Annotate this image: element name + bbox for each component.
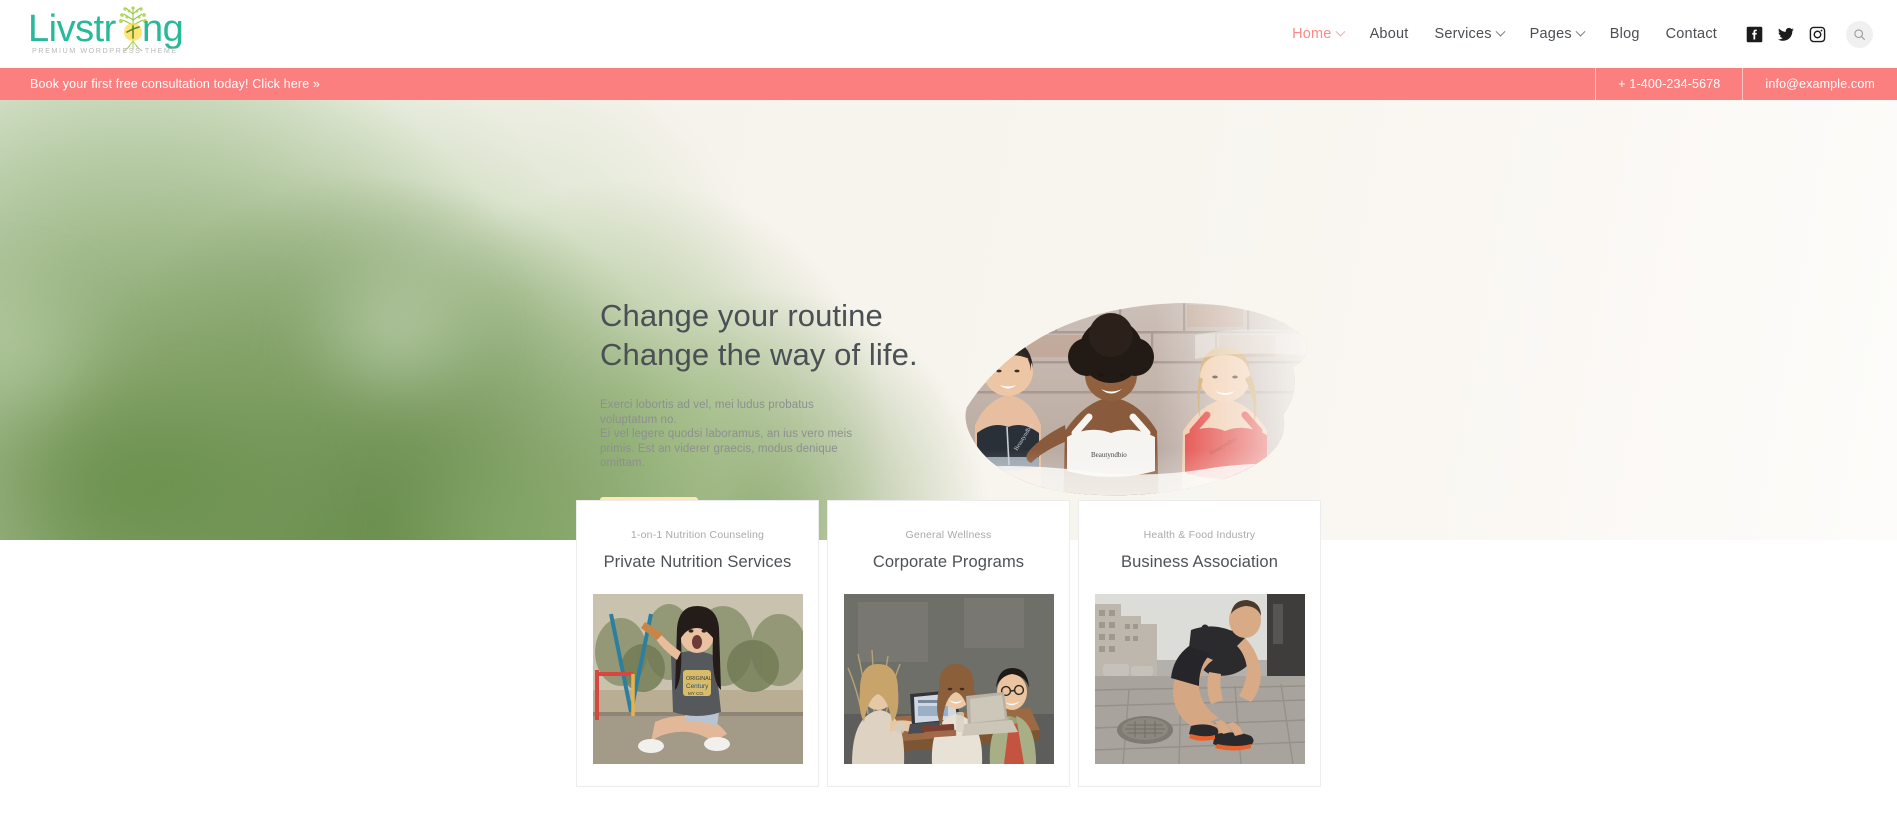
service-card-private-nutrition-services[interactable]: 1-on-1 Nutrition Counseling Private Nutr… [576,500,819,787]
chevron-down-icon [1335,26,1346,37]
main-navigation: Home About Services Pages Blog Contact [1279,0,1873,68]
svg-text:Century: Century [686,683,709,690]
nav-item-pages[interactable]: Pages [1517,26,1597,42]
nav-item-contact[interactable]: Contact [1653,26,1730,42]
nav-item-pages-label: Pages [1529,26,1572,42]
hero-headline: Change your routine Change the way of li… [600,296,940,374]
svg-text:Livstr: Livstr [28,8,117,50]
announcement-bar: Book your first free consultation today!… [0,68,1897,100]
hero-content: Change your routine Change the way of li… [0,100,1897,540]
chevron-down-icon [1575,26,1586,37]
service-card-business-association[interactable]: Health & Food Industry Business Associat… [1078,500,1321,787]
service-card-image[interactable] [843,594,1054,764]
announcement-email[interactable]: info@example.com [1742,68,1897,100]
svg-text:ORIGINAL: ORIGINAL [686,676,712,682]
nav-item-contact-label: Contact [1665,26,1717,42]
nav-item-blog[interactable]: Blog [1597,26,1653,42]
social-links [1746,20,1873,48]
service-card-title: Corporate Programs [872,553,1025,571]
search-button[interactable] [1846,20,1873,48]
service-card-eyebrow: General Wellness [905,529,992,541]
nav-item-about-label: About [1369,26,1409,42]
site-header: Livstr ng PREMIUM WORDPRESS THEME Home A… [0,0,1897,68]
announcement-contact-group: + 1-400-234-5678 info@example.com [1595,68,1897,100]
service-card-eyebrow: 1-on-1 Nutrition Counseling [630,529,765,541]
facebook-icon[interactable] [1746,26,1763,43]
group-meeting-laptops-image [843,594,1054,764]
service-cards: 1-on-1 Nutrition Counseling Private Nutr… [0,500,1897,787]
hero-headline-line-2: Change the way of life. [600,337,918,372]
chevron-down-icon [1495,26,1506,37]
service-card-title: Business Association [1120,553,1278,571]
nav-item-home[interactable]: Home [1279,26,1356,42]
announcement-phone[interactable]: + 1-400-234-5678 [1596,68,1742,100]
logo-graphic: Livstr ng PREMIUM WORDPRESS THEME [28,6,184,55]
hero-section: Change your routine Change the way of li… [0,100,1897,540]
hero-paragraph-line-3: primis. Est an viderer graecis, modus de… [600,442,838,470]
nav-item-home-label: Home [1292,26,1332,42]
svg-text:PREMIUM WORDPRESS THEME: PREMIUM WORDPRESS THEME [32,46,178,55]
athlete-tying-shoe-image [1094,594,1305,764]
woman-eating-outdoors-image: ORIGINAL Century MY CO. [592,594,803,764]
service-card-image[interactable]: ORIGINAL Century MY CO. [592,594,803,764]
service-card-corporate-programs[interactable]: General Wellness Corporate Programs [827,500,1070,787]
announcement-message[interactable]: Book your first free consultation today!… [30,77,320,91]
hero-headline-line-1: Change your routine [600,298,883,333]
site-logo[interactable]: Livstr ng PREMIUM WORDPRESS THEME [28,5,228,63]
nav-item-services-label: Services [1434,26,1492,42]
nav-item-about[interactable]: About [1357,26,1422,42]
twitter-icon[interactable] [1777,26,1795,43]
svg-text:MY CO.: MY CO. [688,691,704,696]
service-card-title: Private Nutrition Services [603,553,792,571]
search-icon [1854,28,1865,40]
hero-paragraph-line-2: Ei vel legere quodsi laboramus, an ius v… [600,428,853,440]
instagram-icon[interactable] [1809,26,1826,43]
service-card-image[interactable] [1094,594,1305,764]
nav-item-blog-label: Blog [1609,26,1640,42]
service-card-eyebrow: Health & Food Industry [1143,529,1256,541]
svg-text:ng: ng [142,8,183,50]
nav-item-services[interactable]: Services [1421,26,1516,42]
hero-paragraph: Exerci lobortis ad vel, mei ludus probat… [600,398,860,471]
hero-paragraph-line-1: Exerci lobortis ad vel, mei ludus probat… [600,399,814,426]
